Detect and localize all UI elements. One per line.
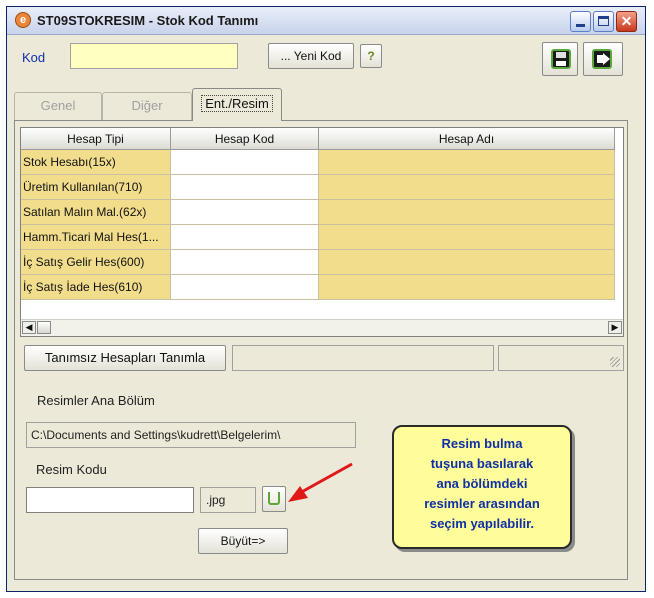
status-panel-1 xyxy=(232,345,494,371)
cell-hesap-kod[interactable] xyxy=(171,200,319,225)
resimler-ana-bolum-label: Resimler Ana Bölüm xyxy=(37,393,155,408)
column-header-hesap-kod[interactable]: Hesap Kod xyxy=(171,128,319,150)
scroll-right-icon[interactable]: ▶ xyxy=(608,321,622,334)
table-row[interactable]: Satılan Malın Mal.(62x) xyxy=(21,200,623,225)
grid-rows: Stok Hesabı(15x) Üretim Kullanılan(710) … xyxy=(21,150,623,300)
arrow-shaft xyxy=(297,462,353,496)
cell-hesap-kod[interactable] xyxy=(171,225,319,250)
close-icon: ✕ xyxy=(620,13,633,29)
resim-kodu-label: Resim Kodu xyxy=(36,462,107,477)
cell-hesap-adi[interactable] xyxy=(319,225,615,250)
cell-hesap-adi[interactable] xyxy=(319,275,615,300)
buyut-button[interactable]: Büyüt=> xyxy=(198,528,288,554)
cell-hesap-tipi[interactable]: Stok Hesabı(15x) xyxy=(21,150,171,175)
cell-hesap-adi[interactable] xyxy=(319,150,615,175)
tab-ent-resim[interactable]: Ent./Resim xyxy=(192,88,282,121)
resim-kodu-input[interactable] xyxy=(26,487,194,513)
exit-button[interactable] xyxy=(583,42,623,76)
cell-hesap-tipi[interactable]: Üretim Kullanılan(710) xyxy=(21,175,171,200)
resim-path-field: C:\Documents and Settings\kudrett\Belgel… xyxy=(26,422,356,448)
column-header-hesap-tipi[interactable]: Hesap Tipi xyxy=(21,128,171,150)
kod-label: Kod xyxy=(22,50,46,65)
table-row[interactable]: İç Satış İade Hes(610) xyxy=(21,275,623,300)
resize-grip-icon[interactable] xyxy=(610,357,620,367)
cell-hesap-tipi[interactable]: Satılan Malın Mal.(62x) xyxy=(21,200,171,225)
exit-arrow-icon xyxy=(592,49,612,69)
scroll-left-icon[interactable]: ◀ xyxy=(22,321,36,334)
callout-line: Resim bulma xyxy=(441,436,523,451)
cell-hesap-kod[interactable] xyxy=(171,275,319,300)
tab-genel[interactable]: Genel xyxy=(14,92,102,120)
extension-field: .jpg xyxy=(200,487,256,513)
table-row[interactable]: Hamm.Ticari Mal Hes(1... xyxy=(21,225,623,250)
window-title: ST09STOKRESIM - Stok Kod Tanımı xyxy=(37,13,259,28)
cell-hesap-tipi[interactable]: İç Satış Gelir Hes(600) xyxy=(21,250,171,275)
app-icon: e xyxy=(15,12,31,28)
cell-hesap-kod[interactable] xyxy=(171,175,319,200)
grid-header: Hesap Tipi Hesap Kod Hesap Adı xyxy=(21,128,623,150)
tab-diger[interactable]: Diğer xyxy=(102,92,192,120)
status-panel-2 xyxy=(498,345,624,371)
cell-hesap-adi[interactable] xyxy=(319,175,615,200)
callout-line: ana bölümdeki xyxy=(436,476,528,491)
kod-input[interactable] xyxy=(70,43,238,69)
cell-hesap-kod[interactable] xyxy=(171,150,319,175)
table-row[interactable]: Üretim Kullanılan(710) xyxy=(21,175,623,200)
help-button[interactable]: ? xyxy=(360,44,382,68)
callout-line: seçim yapılabilir. xyxy=(429,516,535,531)
callout-note: Resim bulma tuşuna basılarak ana bölümde… xyxy=(392,425,572,549)
minimize-button[interactable] xyxy=(570,11,591,32)
cell-hesap-tipi[interactable]: Hamm.Ticari Mal Hes(1... xyxy=(21,225,171,250)
hesap-grid: Hesap Tipi Hesap Kod Hesap Adı Stok Hesa… xyxy=(20,127,624,337)
cell-hesap-kod[interactable] xyxy=(171,250,319,275)
cell-hesap-tipi[interactable]: İç Satış İade Hes(610) xyxy=(21,275,171,300)
table-row[interactable]: İç Satış Gelir Hes(600) xyxy=(21,250,623,275)
callout-line: resimler arasından xyxy=(424,496,540,511)
callout-line: tuşuna basılarak xyxy=(430,456,534,471)
cell-hesap-adi[interactable] xyxy=(319,250,615,275)
red-arrow-annotation xyxy=(288,462,353,502)
column-header-hesap-adi[interactable]: Hesap Adı xyxy=(319,128,615,150)
close-button[interactable]: ✕ xyxy=(616,11,637,32)
scroll-thumb[interactable] xyxy=(37,321,51,334)
tab-ent-resim-label: Ent./Resim xyxy=(201,95,273,112)
yeni-kod-button[interactable]: ... Yeni Kod xyxy=(268,43,354,69)
floppy-disk-icon xyxy=(551,49,571,69)
tanimsiz-hesaplari-tanimla-button[interactable]: Tanımsız Hesapları Tanımla xyxy=(24,345,226,371)
horizontal-scrollbar[interactable]: ◀ ▶ xyxy=(21,319,623,336)
save-button[interactable] xyxy=(542,42,578,76)
title-bar[interactable]: e ST09STOKRESIM - Stok Kod Tanımı ✕ xyxy=(7,7,645,35)
cell-hesap-adi[interactable] xyxy=(319,200,615,225)
table-row[interactable]: Stok Hesabı(15x) xyxy=(21,150,623,175)
maximize-button[interactable] xyxy=(593,11,614,32)
